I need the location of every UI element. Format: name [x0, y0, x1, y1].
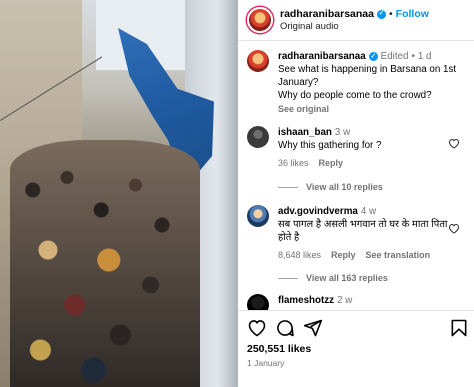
comment-item: flameshotzz 2 w: [247, 294, 469, 310]
instagram-post-view: radharanibarsanaa ✓ • Follow Original au…: [0, 0, 474, 387]
view-replies-label[interactable]: View all 10 replies: [306, 182, 383, 192]
author-avatar[interactable]: [247, 7, 273, 33]
comment-icon[interactable]: [275, 318, 295, 338]
author-username[interactable]: radharanibarsanaa: [280, 8, 374, 20]
comment-text: Why this gathering for ?: [278, 140, 382, 151]
caption-line-1: See what is happening in Barsana on 1st …: [278, 64, 457, 88]
comment-body: adv.govindverma 4 w सब पागल है असली भगवा…: [278, 205, 454, 262]
caption-edited-label: Edited: [380, 51, 409, 62]
likes-count[interactable]: 250,551 likes: [247, 343, 311, 355]
comment-age: 2 w: [337, 295, 353, 306]
caption-body: radharanibarsanaa ✓ Edited • 1 d See wha…: [278, 50, 466, 116]
comment-item: adv.govindverma 4 w सब पागल है असली भगवा…: [247, 205, 469, 262]
comment-actions: 36 likes Reply: [278, 157, 454, 170]
comment-body: flameshotzz 2 w: [278, 294, 454, 310]
heart-icon[interactable]: [247, 318, 267, 338]
comment-meta-row: adv.govindverma 4 w: [278, 205, 454, 218]
caption-avatar[interactable]: [247, 50, 269, 72]
view-replies-button[interactable]: View all 10 replies: [278, 182, 383, 192]
comment-avatar[interactable]: [247, 126, 269, 148]
separator-dot: •: [411, 51, 415, 62]
separator-dot: •: [388, 7, 393, 20]
comment-item: ishaan_ban 3 w Why this gathering for ? …: [247, 126, 469, 170]
post-header: radharanibarsanaa ✓ • Follow Original au…: [238, 0, 474, 40]
caption-meta-row: radharanibarsanaa ✓ Edited • 1 d: [278, 50, 466, 63]
comment-age: 4 w: [360, 206, 377, 217]
see-translation-button[interactable]: See translation: [366, 249, 431, 262]
photo-crowd: [10, 140, 200, 387]
header-divider: [238, 40, 474, 41]
comment-heart-icon[interactable]: [448, 138, 460, 149]
reply-button[interactable]: Reply: [319, 157, 344, 170]
post-date[interactable]: 1 January: [247, 358, 284, 368]
comment-body: ishaan_ban 3 w Why this gathering for ? …: [278, 126, 454, 170]
post-caption: radharanibarsanaa ✓ Edited • 1 d See wha…: [247, 50, 469, 116]
caption-username[interactable]: radharanibarsanaa: [278, 50, 366, 63]
follow-button[interactable]: Follow: [396, 8, 429, 20]
comment-likes[interactable]: 36 likes: [278, 157, 309, 170]
comment-username[interactable]: ishaan_ban: [278, 126, 332, 139]
comment-avatar[interactable]: [247, 294, 269, 310]
verified-badge-icon: ✓: [368, 52, 378, 61]
replies-line: [278, 277, 298, 279]
actions-divider: [238, 310, 474, 311]
verified-badge-icon: ✓: [376, 9, 386, 19]
caption-age: 1 d: [417, 51, 432, 62]
post-side-panel: radharanibarsanaa ✓ • Follow Original au…: [238, 0, 474, 387]
view-replies-button[interactable]: View all 163 replies: [278, 273, 388, 283]
comment-actions: 8,648 likes Reply See translation: [278, 249, 454, 262]
caption-line-2: Why do people come to the crowd?: [278, 90, 432, 101]
post-media-photo[interactable]: [0, 0, 238, 387]
comment-likes[interactable]: 8,648 likes: [278, 249, 321, 262]
author-row: radharanibarsanaa ✓ • Follow: [280, 7, 429, 20]
view-replies-label[interactable]: View all 163 replies: [306, 273, 388, 283]
comment-meta-row: flameshotzz 2 w: [278, 294, 454, 307]
replies-line: [278, 186, 298, 188]
comment-avatar[interactable]: [247, 205, 269, 227]
author-info: radharanibarsanaa ✓ • Follow Original au…: [280, 7, 429, 32]
comment-text: सब पागल है असली भगवान तो घर के माता पिता…: [278, 219, 448, 243]
bookmark-icon[interactable]: [449, 318, 469, 338]
comment-age: 3 w: [334, 127, 351, 138]
audio-label[interactable]: Original audio: [280, 21, 429, 32]
comment-username[interactable]: flameshotzz: [278, 294, 334, 307]
comment-username[interactable]: adv.govindverma: [278, 205, 358, 218]
see-original-link[interactable]: See original: [278, 103, 466, 116]
reply-button[interactable]: Reply: [331, 249, 356, 262]
share-icon[interactable]: [303, 318, 323, 338]
post-actions-bar: [247, 318, 469, 340]
comment-meta-row: ishaan_ban 3 w: [278, 126, 454, 139]
comment-heart-icon[interactable]: [448, 223, 460, 234]
